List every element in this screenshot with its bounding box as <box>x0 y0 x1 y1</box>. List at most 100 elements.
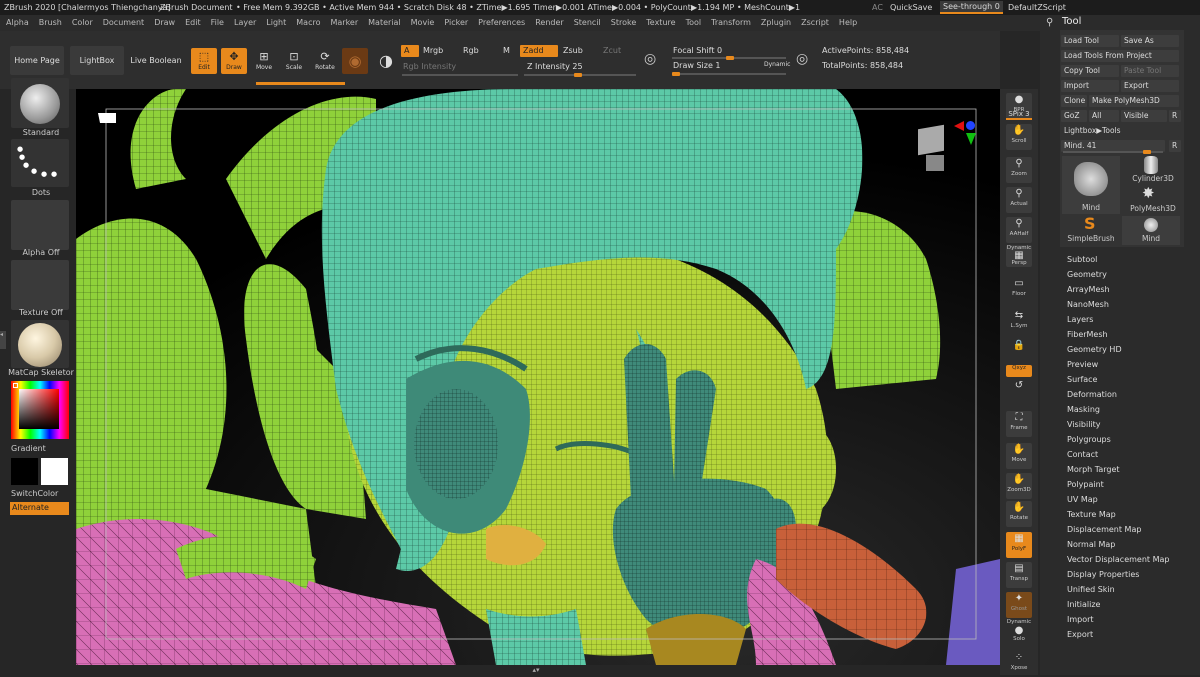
transp-toggle[interactable]: ▤ Transp <box>1006 562 1032 588</box>
menu-preferences[interactable]: Preferences <box>472 15 529 27</box>
lightbox-tools-button[interactable]: Lightbox▶Tools <box>1061 125 1179 137</box>
clone-button[interactable]: Clone <box>1061 95 1087 107</box>
tool-menu-import[interactable]: Import <box>1067 615 1094 624</box>
tool-menu-polygroups[interactable]: Polygroups <box>1067 435 1111 444</box>
home-page-button[interactable]: Home Page <box>10 46 64 75</box>
mrgb-toggle[interactable]: Mrgb <box>420 45 458 57</box>
secondary-color-swatch[interactable] <box>41 458 68 485</box>
tool-menu-geometry-hd[interactable]: Geometry HD <box>1067 345 1122 354</box>
draw-size-track[interactable] <box>672 72 786 76</box>
frame-button[interactable]: ⛶ Frame <box>1006 411 1032 437</box>
load-tool-button[interactable]: Load Tool <box>1061 35 1119 47</box>
zsub-toggle[interactable]: Zsub <box>560 45 598 57</box>
goz-button[interactable]: GoZ <box>1061 110 1087 122</box>
goz-visible-button[interactable]: Visible <box>1121 110 1167 122</box>
tool-menu-masking[interactable]: Masking <box>1067 405 1100 414</box>
menu-color[interactable]: Color <box>66 15 97 27</box>
tool-menu-morph-target[interactable]: Morph Target <box>1067 465 1120 474</box>
goz-all-button[interactable]: All <box>1089 110 1119 122</box>
paste-tool-button[interactable]: Paste Tool <box>1121 65 1179 77</box>
menu-light[interactable]: Light <box>260 15 290 27</box>
draw-size-slider[interactable]: Draw Size 1 <box>670 60 750 72</box>
material-thumb[interactable] <box>11 320 69 368</box>
make-polymesh3d-button[interactable]: Make PolyMesh3D <box>1089 95 1179 107</box>
focal-shift-track[interactable] <box>672 56 786 60</box>
material-swatch-button[interactable]: ◉ <box>342 48 368 74</box>
tool-thumb-simplebrush[interactable]: S SimpleBrush <box>1062 214 1120 245</box>
actual-button[interactable]: ⚲ Actual <box>1006 187 1032 213</box>
save-as-button[interactable]: Save As <box>1121 35 1179 47</box>
menu-document[interactable]: Document <box>97 15 148 27</box>
menu-macro[interactable]: Macro <box>290 15 324 27</box>
menu-marker[interactable]: Marker <box>324 15 362 27</box>
tool-thumb-cylinder3d[interactable]: Cylinder3D <box>1122 156 1180 185</box>
tool-menu-export[interactable]: Export <box>1067 630 1093 639</box>
menu-alpha[interactable]: Alpha <box>0 15 33 27</box>
tool-menu-nanomesh[interactable]: NanoMesh <box>1067 300 1109 309</box>
ghost-toggle[interactable]: ✦ Ghost <box>1006 592 1032 618</box>
zadd-toggle[interactable]: Zadd <box>520 45 558 57</box>
load-tools-from-project-button[interactable]: Load Tools From Project <box>1061 50 1179 62</box>
menu-transform[interactable]: Transform <box>705 15 755 27</box>
lock-button[interactable]: 🔒 <box>1006 339 1032 365</box>
rotate-view-button[interactable]: ✋ Rotate <box>1006 501 1032 527</box>
current-tool-track[interactable] <box>1063 150 1163 154</box>
aahalf-button[interactable]: ⚲ AAHalf <box>1006 217 1032 243</box>
rgb-toggle[interactable]: Rgb <box>460 45 498 57</box>
export-button[interactable]: Export <box>1121 80 1179 92</box>
zoom3d-button[interactable]: ✋ Zoom3D <box>1006 473 1032 499</box>
rgb-intensity-track[interactable] <box>402 74 518 76</box>
polyf-toggle[interactable]: ▦ PolyF <box>1006 532 1032 558</box>
color-picker[interactable] <box>11 381 69 439</box>
menu-stroke[interactable]: Stroke <box>605 15 641 27</box>
tool-menu-vector-displacement-map[interactable]: Vector Displacement Map <box>1067 555 1169 564</box>
zcut-toggle[interactable]: Zcut <box>600 45 636 57</box>
rgb-intensity-slider[interactable]: Rgb Intensity <box>400 61 518 73</box>
solo-toggle[interactable]: Dynamic ● Solo <box>1006 619 1032 643</box>
navigation-cube[interactable] <box>912 119 976 179</box>
floor-button[interactable]: ▭ Floor <box>1006 277 1032 303</box>
tool-menu-deformation[interactable]: Deformation <box>1067 390 1117 399</box>
quicksave-button[interactable]: QuickSave <box>890 3 932 12</box>
xyz-toggle[interactable]: Qxyz <box>1006 365 1032 377</box>
alpha-thumb[interactable] <box>11 200 69 250</box>
import-button[interactable]: Import <box>1061 80 1119 92</box>
switchcolor-button[interactable]: SwitchColor <box>11 489 58 498</box>
menu-file[interactable]: File <box>205 15 228 27</box>
menu-tool[interactable]: Tool <box>680 15 706 27</box>
viewport-canvas[interactable] <box>76 89 1000 665</box>
menu-edit[interactable]: Edit <box>179 15 205 27</box>
see-through-slider[interactable]: See-through 0 <box>940 1 1003 14</box>
left-tray-toggle[interactable]: ◂ <box>0 331 6 349</box>
z-intensity-slider[interactable]: Z Intensity 25 <box>524 61 634 73</box>
edit-mode-button[interactable]: ⬚ Edit <box>191 48 217 74</box>
menu-zscript[interactable]: Zscript <box>795 15 833 27</box>
tool-menu-visibility[interactable]: Visibility <box>1067 420 1101 429</box>
tool-menu-geometry[interactable]: Geometry <box>1067 270 1107 279</box>
sym-axis-button[interactable]: ↺ <box>1006 379 1032 405</box>
tool-menu-contact[interactable]: Contact <box>1067 450 1098 459</box>
tool-menu-preview[interactable]: Preview <box>1067 360 1098 369</box>
tool-menu-polypaint[interactable]: Polypaint <box>1067 480 1104 489</box>
rotate-mode-button[interactable]: ⟳ Rotate <box>312 48 338 74</box>
tool-menu-texture-map[interactable]: Texture Map <box>1067 510 1116 519</box>
tool-thumb-mind-2[interactable]: Mind <box>1122 216 1180 245</box>
tool-menu-initialize[interactable]: Initialize <box>1067 600 1100 609</box>
menu-draw[interactable]: Draw <box>148 15 179 27</box>
menu-layer[interactable]: Layer <box>228 15 260 27</box>
menu-render[interactable]: Render <box>529 15 567 27</box>
menu-brush[interactable]: Brush <box>33 15 66 27</box>
brush-thumb[interactable] <box>11 78 69 128</box>
tool-menu-unified-skin[interactable]: Unified Skin <box>1067 585 1115 594</box>
stroke-thumb[interactable]: ● ● ● ● ● ● <box>11 139 69 187</box>
main-color-swatch[interactable] <box>11 458 38 485</box>
spix-slider[interactable]: SPix 3 <box>1006 110 1032 120</box>
spotlight-button[interactable]: ◑ <box>373 48 399 74</box>
tool-menu-fibermesh[interactable]: FiberMesh <box>1067 330 1108 339</box>
tool-menu-arraymesh[interactable]: ArrayMesh <box>1067 285 1110 294</box>
alternate-toggle[interactable]: Alternate <box>10 502 69 515</box>
tool-palette-pin-icon[interactable]: ⚲ <box>1046 17 1053 28</box>
menu-stencil[interactable]: Stencil <box>568 15 605 27</box>
tool-thumb-polymesh3d[interactable]: ✸ PolyMesh3D <box>1122 184 1180 215</box>
tool-menu-displacement-map[interactable]: Displacement Map <box>1067 525 1141 534</box>
